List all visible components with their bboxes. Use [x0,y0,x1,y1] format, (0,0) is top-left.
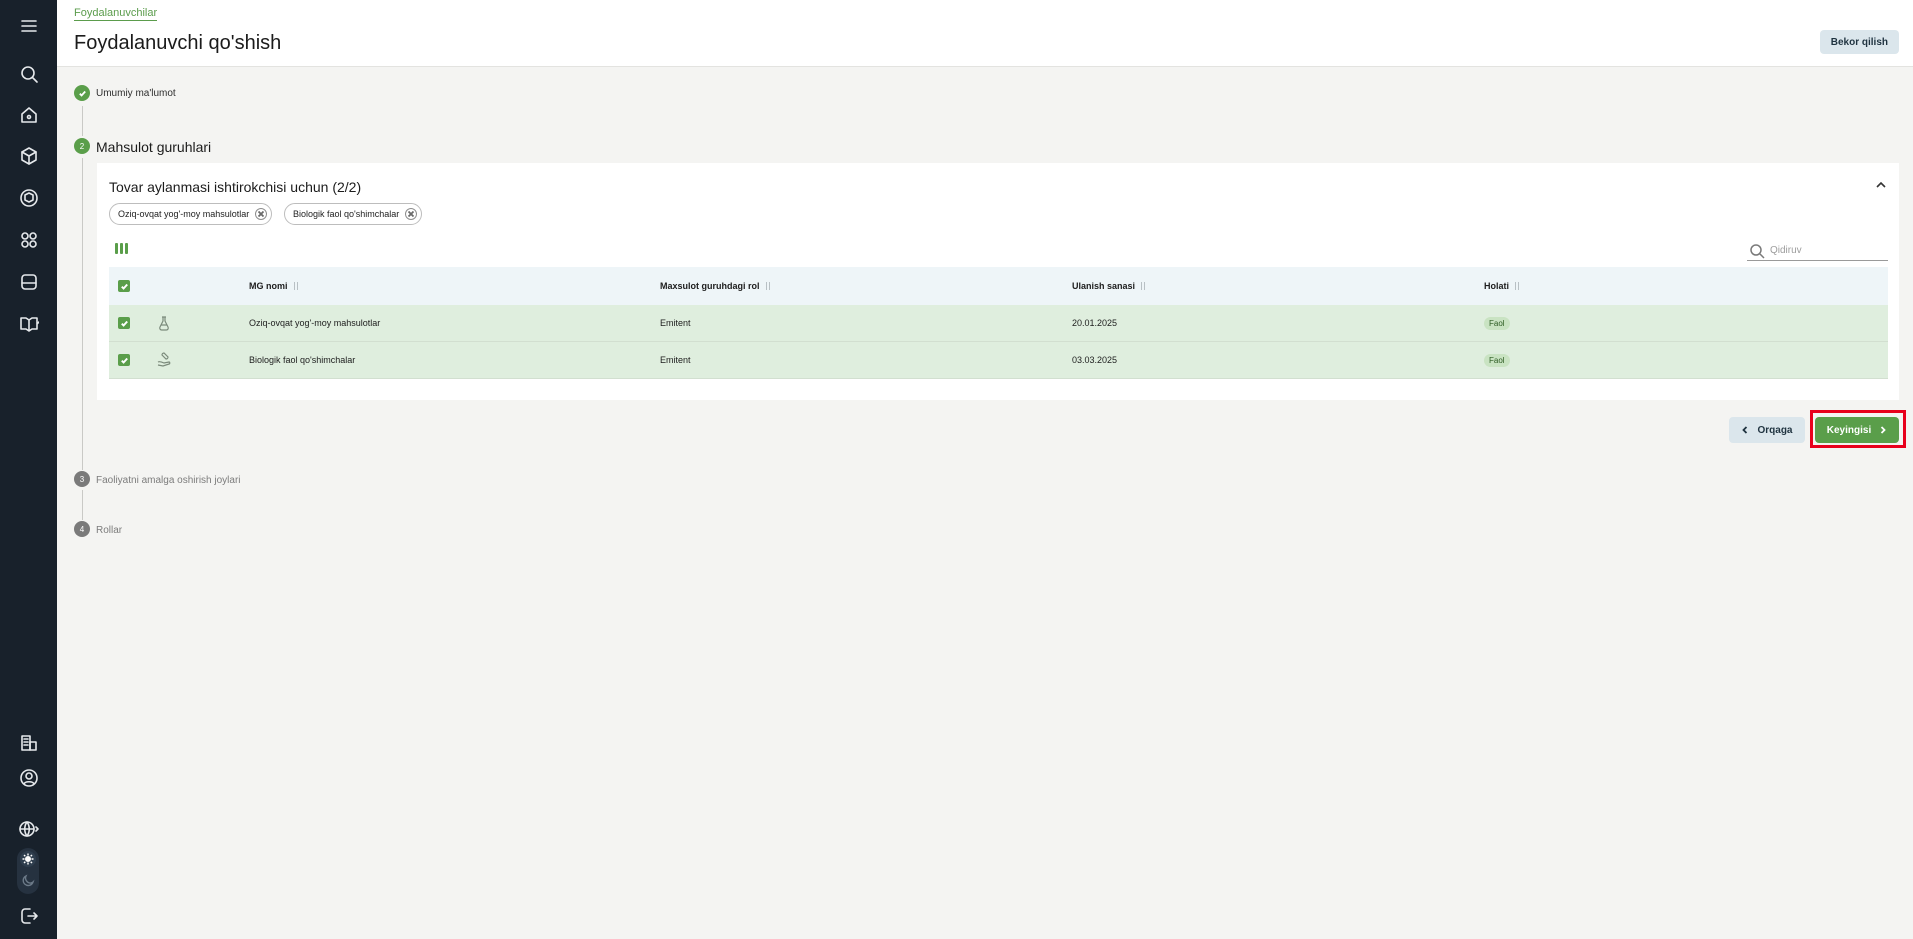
status-badge: Faol [1484,316,1510,330]
column-header[interactable]: Maxsulot guruhdagi rol [660,267,771,305]
table-row[interactable]: Biologik faol qo'shimchalar Emitent 03.0… [109,342,1888,379]
close-icon[interactable] [255,208,268,220]
filter-chip: Oziq-ovqat yog'-moy mahsulotlar [109,203,273,225]
mg-name-cell: Oziq-ovqat yog'-moy mahsulotlar [249,318,381,328]
cancel-button[interactable]: Bekor qilish [1819,30,1899,54]
flask-icon [156,315,172,331]
theme-toggle[interactable] [17,848,39,894]
role-cell: Emitent [660,355,691,365]
back-label: Orqaga [1757,424,1793,436]
step-2-label: Mahsulot guruhlari [96,139,212,155]
table-header: MG nomi Maxsulot guruhdagi rol Ulanish s… [109,267,1888,305]
step-1-label[interactable]: Umumiy ma'lumot [96,88,176,99]
row-checkbox[interactable] [118,354,130,366]
status-badge: Faol [1484,353,1510,367]
back-button[interactable]: Orqaga [1729,417,1805,443]
stepper-line [82,158,83,470]
page-header: Foydalanuvchilar Foydalanuvchi qo'shish … [57,0,1913,67]
home-icon[interactable] [0,100,57,130]
search-icon [1750,243,1765,259]
columns-icon[interactable] [115,243,129,255]
page-title: Foydalanuvchi qo'shish [74,32,282,54]
sort-icon[interactable] [1140,281,1146,291]
logout-icon[interactable] [0,901,57,931]
date-cell: 20.01.2025 [1072,318,1118,328]
sort-icon[interactable] [765,281,771,291]
step-2-number: 2 [74,138,90,154]
step-3-label: Faoliyatni amalga oshirish joylari [96,475,241,486]
row-checkbox[interactable] [118,317,130,329]
stepper-line [82,106,83,136]
date-cell: 03.03.2025 [1072,355,1118,365]
column-header[interactable]: Holati [1484,267,1520,305]
sidebar [0,0,57,939]
filter-chip: Biologik faol qo'shimchalar [284,203,423,225]
breadcrumb[interactable]: Foydalanuvchilar [74,7,158,21]
chevron-left-icon [1742,426,1748,434]
step-4-number: 4 [74,521,90,537]
mg-name-cell: Biologik faol qo'shimchalar [249,355,356,365]
book-icon[interactable] [0,309,57,339]
status-cell: Faol [1484,342,1510,378]
status-cell: Faol [1484,305,1510,341]
select-all-checkbox[interactable] [118,280,130,292]
next-label: Keyingisi [1826,424,1872,436]
step-3-number: 3 [74,471,90,487]
step-4-label: Rollar [96,525,123,536]
table-row[interactable]: Oziq-ovqat yog'-moy mahsulotlar Emitent … [109,305,1888,342]
search-input[interactable] [1770,245,1880,256]
package-scan-icon[interactable] [0,183,57,213]
chip-label: Biologik faol qo'shimchalar [293,209,400,219]
close-icon[interactable] [405,208,418,220]
storage-icon[interactable] [0,267,57,297]
role-cell: Emitent [660,318,691,328]
sort-icon[interactable] [293,281,299,291]
product-groups-table: MG nomi Maxsulot guruhdagi rol Ulanish s… [109,267,1888,379]
sort-icon[interactable] [1514,281,1520,291]
box-icon[interactable] [0,141,57,171]
card-title: Tovar aylanmasi ishtirokchisi uchun (2/2… [109,179,362,195]
moon-icon [21,874,35,888]
chevron-up-icon[interactable] [1873,177,1889,193]
capsule-hand-icon [156,352,172,368]
profile-icon[interactable] [0,763,57,793]
chevron-right-icon [1881,426,1887,434]
stepper-line [82,490,83,520]
product-groups-card: Tovar aylanmasi ishtirokchisi uchun (2/2… [97,163,1899,400]
search-icon[interactable] [0,59,57,89]
building-doc-icon[interactable] [0,728,57,758]
search-field[interactable] [1747,241,1888,261]
next-button[interactable]: Keyingisi [1815,417,1899,443]
column-header[interactable]: Ulanish sanasi [1072,267,1146,305]
globe-icon[interactable] [0,814,57,844]
column-header[interactable]: MG nomi [249,267,299,305]
scan-icon[interactable] [0,225,57,255]
menu-icon[interactable] [0,11,57,41]
step-1-check-icon [74,85,90,101]
sun-icon [20,851,36,867]
chip-label: Oziq-ovqat yog'-moy mahsulotlar [118,209,250,219]
